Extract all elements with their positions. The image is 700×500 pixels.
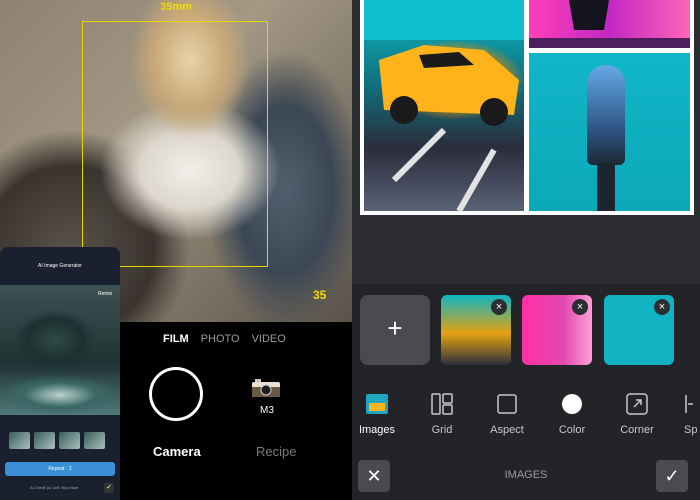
- person-silhouette: [529, 0, 690, 48]
- collage-cell-person[interactable]: [529, 0, 690, 48]
- camera-model-label: M3: [260, 405, 274, 416]
- robot-hand: [587, 65, 625, 165]
- shutter-button[interactable]: [149, 367, 203, 421]
- inset-thumb[interactable]: [34, 432, 55, 449]
- confirm-icon[interactable]: ✓: [656, 460, 688, 492]
- robot-arm: [597, 163, 615, 211]
- tool-images[interactable]: Images: [352, 392, 407, 436]
- bottom-title: IMAGES: [504, 469, 548, 481]
- tool-grid[interactable]: Grid: [412, 392, 472, 436]
- tool-label: Aspect: [490, 424, 524, 436]
- mode-photo[interactable]: PHOTO: [201, 333, 240, 345]
- mode-film[interactable]: FILM: [163, 333, 189, 345]
- image-thumb-person[interactable]: ×: [522, 295, 592, 365]
- tool-spacing[interactable]: Sp: [670, 392, 700, 436]
- grid-icon: [431, 393, 453, 415]
- inset-thumb[interactable]: [9, 432, 30, 449]
- corner-icon: [626, 393, 648, 415]
- tab-camera[interactable]: Camera: [153, 444, 201, 459]
- image-thumb-car[interactable]: ×: [441, 295, 511, 365]
- focal-length-label: 35mm: [160, 1, 192, 13]
- collage-cell-car[interactable]: [364, 0, 524, 211]
- color-icon: [562, 394, 582, 414]
- tool-label: Grid: [431, 424, 453, 436]
- ai-generator-inset: AI Image Generator Remix Repeat · 2 AI C…: [0, 247, 120, 500]
- check-icon[interactable]: ✓: [104, 483, 114, 493]
- tool-color[interactable]: Color: [542, 392, 602, 436]
- tool-label: Corner: [620, 424, 654, 436]
- film-camera-icon[interactable]: [251, 378, 281, 398]
- repeat-button[interactable]: Repeat · 2: [5, 462, 115, 476]
- remove-icon[interactable]: ×: [491, 299, 507, 315]
- generated-image: [0, 285, 120, 415]
- credit-text: AI Credit (s) Left: Buy More: [30, 485, 79, 490]
- tab-recipe[interactable]: Recipe: [256, 444, 296, 459]
- collage-canvas: [360, 0, 694, 215]
- mode-video[interactable]: VIDEO: [252, 333, 286, 345]
- tool-aspect[interactable]: Aspect: [477, 392, 537, 436]
- mode-switcher: FILM PHOTO VIDEO: [163, 333, 286, 345]
- images-icon: [366, 394, 388, 414]
- spacing-icon: [685, 395, 693, 413]
- inset-thumbnails: [9, 432, 105, 449]
- remove-icon[interactable]: ×: [572, 299, 588, 315]
- aspect-icon: [497, 394, 517, 414]
- inset-thumb[interactable]: [84, 432, 105, 449]
- image-thumb-hand[interactable]: ×: [604, 295, 674, 365]
- camera-panel: 35mm 35 FILM PHOTO VIDEO M3 Camera Recip…: [0, 0, 352, 500]
- tool-label: Images: [358, 424, 396, 436]
- tool-label: Color: [558, 424, 586, 436]
- tool-label: Sp: [684, 424, 698, 436]
- remove-icon[interactable]: ×: [654, 299, 670, 315]
- add-image-button[interactable]: +: [360, 295, 430, 365]
- remix-button[interactable]: Remix: [98, 291, 112, 297]
- collage-cell-hand[interactable]: [529, 53, 690, 211]
- collage-panel: + × × × Images Grid Aspect Color Corner: [352, 0, 700, 500]
- inset-title: AI Image Generator: [38, 263, 82, 269]
- tool-corner[interactable]: Corner: [607, 392, 667, 436]
- focal-length-readout: 35: [313, 288, 327, 302]
- viewfinder-frame: [82, 21, 268, 267]
- bottom-bar: ✕ IMAGES ✓: [352, 458, 700, 500]
- tool-bar: Images Grid Aspect Color Corner Sp: [352, 392, 700, 442]
- car-illustration: [364, 0, 524, 211]
- inset-thumb[interactable]: [59, 432, 80, 449]
